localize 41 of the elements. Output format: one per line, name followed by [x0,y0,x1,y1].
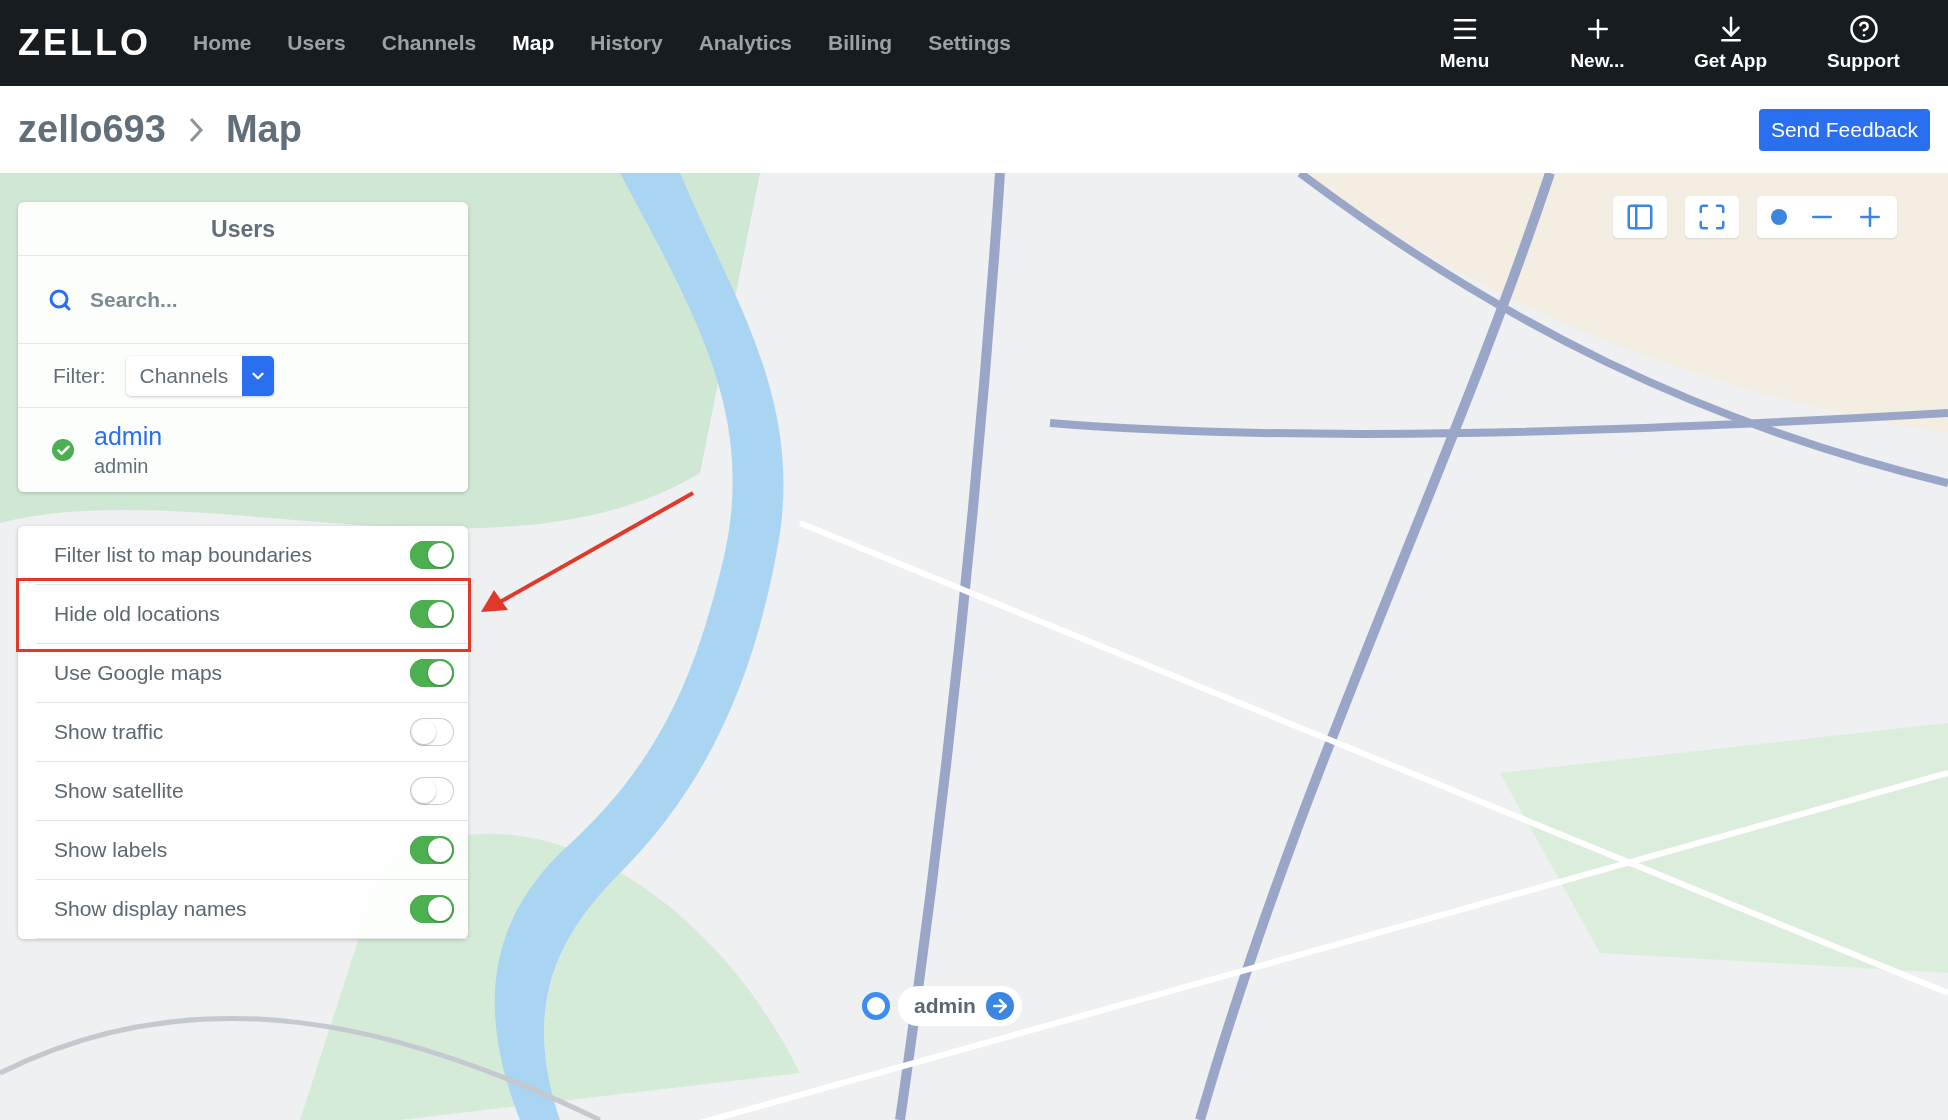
search-field[interactable]: Search... [88,286,438,313]
option-label: Show labels [54,838,168,862]
toggle-switch[interactable] [410,541,454,569]
nav-action-button[interactable]: Get App [1664,14,1797,72]
panel-title: Users [18,202,468,256]
nav-action-button[interactable]: Menu [1398,14,1531,72]
toggle-switch[interactable] [410,895,454,923]
user-map-label[interactable]: admin [898,986,1022,1026]
user-subtitle: admin [94,455,150,478]
filter-dropdown[interactable]: Channels [125,355,275,396]
send-feedback-button[interactable]: Send Feedback [1758,108,1930,151]
toggle-switch[interactable] [410,600,454,628]
help-icon [1848,14,1879,44]
option-label: Hide old locations [54,602,220,626]
nav-link[interactable]: Channels [381,31,477,55]
filter-label: Filter: [53,363,106,388]
toggle-switch[interactable] [410,836,454,864]
page-title: Map [225,108,302,151]
zello-logo[interactable]: ZELLO [18,22,151,64]
nav-link[interactable]: Map [512,31,555,55]
nav-link[interactable]: Analytics [698,31,792,55]
nav-link[interactable]: History [590,31,663,55]
toggle-switch[interactable] [410,777,454,805]
option-label: Show traffic [54,720,164,744]
nav-link[interactable]: Home [193,31,252,55]
toggle-switch[interactable] [410,659,454,687]
chevron-icon [187,115,204,144]
search-icon [48,287,72,312]
option-label: Show display names [54,897,247,921]
nav-action-button[interactable]: Support [1797,14,1930,72]
nav-link[interactable]: Users [287,31,346,55]
arrow-right-icon [985,992,1014,1020]
toggle-switch[interactable] [410,718,454,746]
nav-link[interactable]: Settings [928,31,1011,55]
nav-link[interactable]: Billing [828,31,893,55]
user-link[interactable]: admin [94,422,163,451]
option-label: Filter list to map boundaries [54,543,312,567]
nav-action-button[interactable]: New... [1531,14,1664,72]
breadcrumb-link[interactable]: zello693 [18,108,166,151]
option-label: Show satellite [54,779,184,803]
option-label: Use Google maps [54,661,223,685]
